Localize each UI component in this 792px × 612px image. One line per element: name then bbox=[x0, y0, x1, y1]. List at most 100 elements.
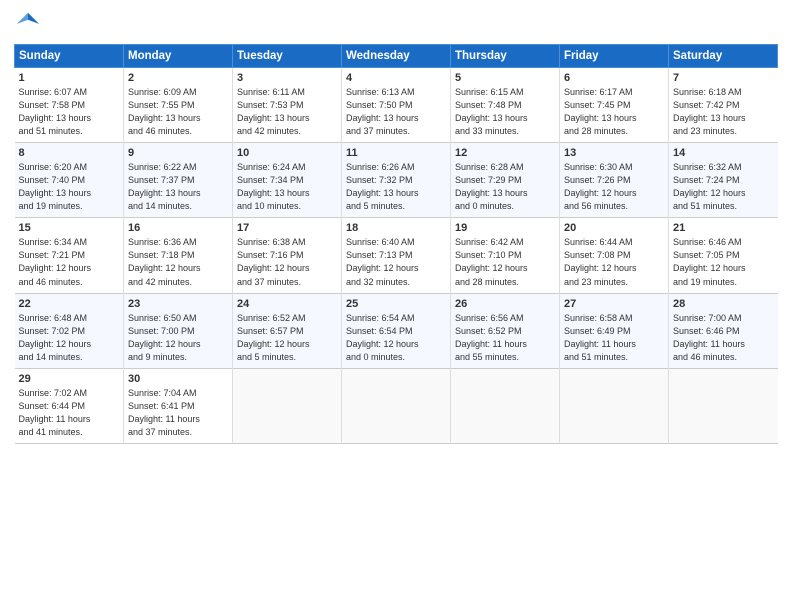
day-number: 17 bbox=[237, 222, 337, 234]
calendar-day-cell: 27 Sunrise: 6:58 AM Sunset: 6:49 PM Dayli… bbox=[560, 293, 669, 368]
calendar-day-cell: 29 Sunrise: 7:02 AM Sunset: 6:44 PM Dayli… bbox=[15, 368, 124, 443]
day-info: Sunrise: 6:58 AM Sunset: 6:49 PM Dayligh… bbox=[564, 312, 664, 364]
day-info: Sunrise: 6:18 AM Sunset: 7:42 PM Dayligh… bbox=[673, 86, 774, 138]
day-info: Sunrise: 6:38 AM Sunset: 7:16 PM Dayligh… bbox=[237, 236, 337, 288]
calendar-day-cell: 15 Sunrise: 6:34 AM Sunset: 7:21 PM Dayli… bbox=[15, 218, 124, 293]
day-number: 27 bbox=[564, 298, 664, 310]
day-info: Sunrise: 6:13 AM Sunset: 7:50 PM Dayligh… bbox=[346, 86, 446, 138]
day-number: 29 bbox=[19, 373, 120, 385]
calendar-day-cell: 18 Sunrise: 6:40 AM Sunset: 7:13 PM Dayli… bbox=[342, 218, 451, 293]
day-info: Sunrise: 6:24 AM Sunset: 7:34 PM Dayligh… bbox=[237, 161, 337, 213]
day-number: 23 bbox=[128, 298, 228, 310]
day-number: 4 bbox=[346, 72, 446, 84]
weekday-header: Wednesday bbox=[342, 45, 451, 68]
calendar-day-cell bbox=[233, 368, 342, 443]
day-info: Sunrise: 6:20 AM Sunset: 7:40 PM Dayligh… bbox=[19, 161, 120, 213]
day-info: Sunrise: 6:07 AM Sunset: 7:58 PM Dayligh… bbox=[19, 86, 120, 138]
calendar-day-cell: 19 Sunrise: 6:42 AM Sunset: 7:10 PM Dayli… bbox=[451, 218, 560, 293]
calendar-week-row: 1 Sunrise: 6:07 AM Sunset: 7:58 PM Daylig… bbox=[15, 68, 778, 143]
day-info: Sunrise: 6:22 AM Sunset: 7:37 PM Dayligh… bbox=[128, 161, 228, 213]
day-info: Sunrise: 7:02 AM Sunset: 6:44 PM Dayligh… bbox=[19, 387, 120, 439]
calendar-day-cell: 16Sunrise: 6:36 AM Sunset: 7:18 PM Dayli… bbox=[124, 218, 233, 293]
calendar-week-row: 15 Sunrise: 6:34 AM Sunset: 7:21 PM Dayli… bbox=[15, 218, 778, 293]
calendar-day-cell: 20 Sunrise: 6:44 AM Sunset: 7:08 PM Dayli… bbox=[560, 218, 669, 293]
day-info: Sunrise: 6:40 AM Sunset: 7:13 PM Dayligh… bbox=[346, 236, 446, 288]
day-info: Sunrise: 6:17 AM Sunset: 7:45 PM Dayligh… bbox=[564, 86, 664, 138]
day-info: Sunrise: 6:54 AM Sunset: 6:54 PM Dayligh… bbox=[346, 312, 446, 364]
day-number: 20 bbox=[564, 222, 664, 234]
calendar-day-cell: 3 Sunrise: 6:11 AM Sunset: 7:53 PM Daylig… bbox=[233, 68, 342, 143]
day-number: 6 bbox=[564, 72, 664, 84]
weekday-header: Friday bbox=[560, 45, 669, 68]
calendar-day-cell: 11 Sunrise: 6:26 AM Sunset: 7:32 PM Dayli… bbox=[342, 143, 451, 218]
day-info: Sunrise: 6:56 AM Sunset: 6:52 PM Dayligh… bbox=[455, 312, 555, 364]
day-number: 11 bbox=[346, 147, 446, 159]
day-info: Sunrise: 6:34 AM Sunset: 7:21 PM Dayligh… bbox=[19, 236, 120, 288]
weekday-header-row: SundayMondayTuesdayWednesdayThursdayFrid… bbox=[15, 45, 778, 68]
day-number: 26 bbox=[455, 298, 555, 310]
calendar-week-row: 29 Sunrise: 7:02 AM Sunset: 6:44 PM Dayli… bbox=[15, 368, 778, 443]
calendar-day-cell: 4 Sunrise: 6:13 AM Sunset: 7:50 PM Daylig… bbox=[342, 68, 451, 143]
day-number: 8 bbox=[19, 147, 120, 159]
calendar-day-cell: 9Sunrise: 6:22 AM Sunset: 7:37 PM Daylig… bbox=[124, 143, 233, 218]
day-number: 24 bbox=[237, 298, 337, 310]
calendar-day-cell: 7 Sunrise: 6:18 AM Sunset: 7:42 PM Daylig… bbox=[669, 68, 778, 143]
calendar-day-cell: 6 Sunrise: 6:17 AM Sunset: 7:45 PM Daylig… bbox=[560, 68, 669, 143]
calendar-day-cell: 30 Sunrise: 7:04 AM Sunset: 6:41 PM Dayli… bbox=[124, 368, 233, 443]
weekday-header: Tuesday bbox=[233, 45, 342, 68]
day-info: Sunrise: 7:04 AM Sunset: 6:41 PM Dayligh… bbox=[128, 387, 228, 439]
weekday-header: Sunday bbox=[15, 45, 124, 68]
day-number: 15 bbox=[19, 222, 120, 234]
day-number: 1 bbox=[19, 72, 120, 84]
day-info: Sunrise: 6:44 AM Sunset: 7:08 PM Dayligh… bbox=[564, 236, 664, 288]
day-info: Sunrise: 6:30 AM Sunset: 7:26 PM Dayligh… bbox=[564, 161, 664, 213]
day-number: 14 bbox=[673, 147, 774, 159]
day-number: 19 bbox=[455, 222, 555, 234]
calendar-day-cell: 28 Sunrise: 7:00 AM Sunset: 6:46 PM Dayli… bbox=[669, 293, 778, 368]
calendar-day-cell: 17 Sunrise: 6:38 AM Sunset: 7:16 PM Dayli… bbox=[233, 218, 342, 293]
day-number: 21 bbox=[673, 222, 774, 234]
day-number: 28 bbox=[673, 298, 774, 310]
day-info: Sunrise: 6:15 AM Sunset: 7:48 PM Dayligh… bbox=[455, 86, 555, 138]
day-info: Sunrise: 6:11 AM Sunset: 7:53 PM Dayligh… bbox=[237, 86, 337, 138]
day-info: Sunrise: 6:26 AM Sunset: 7:32 PM Dayligh… bbox=[346, 161, 446, 213]
day-info: Sunrise: 7:00 AM Sunset: 6:46 PM Dayligh… bbox=[673, 312, 774, 364]
day-number: 10 bbox=[237, 147, 337, 159]
day-info: Sunrise: 6:52 AM Sunset: 6:57 PM Dayligh… bbox=[237, 312, 337, 364]
logo bbox=[14, 10, 46, 38]
day-number: 3 bbox=[237, 72, 337, 84]
calendar-header bbox=[14, 10, 778, 38]
day-number: 30 bbox=[128, 373, 228, 385]
weekday-header: Monday bbox=[124, 45, 233, 68]
calendar-week-row: 22 Sunrise: 6:48 AM Sunset: 7:02 PM Dayli… bbox=[15, 293, 778, 368]
day-info: Sunrise: 6:48 AM Sunset: 7:02 PM Dayligh… bbox=[19, 312, 120, 364]
day-info: Sunrise: 6:09 AM Sunset: 7:55 PM Dayligh… bbox=[128, 86, 228, 138]
calendar-day-cell: 10 Sunrise: 6:24 AM Sunset: 7:34 PM Dayli… bbox=[233, 143, 342, 218]
day-number: 18 bbox=[346, 222, 446, 234]
calendar-day-cell: 5 Sunrise: 6:15 AM Sunset: 7:48 PM Daylig… bbox=[451, 68, 560, 143]
calendar-container: SundayMondayTuesdayWednesdayThursdayFrid… bbox=[0, 0, 792, 454]
day-info: Sunrise: 6:50 AM Sunset: 7:00 PM Dayligh… bbox=[128, 312, 228, 364]
day-number: 25 bbox=[346, 298, 446, 310]
calendar-day-cell bbox=[342, 368, 451, 443]
day-number: 5 bbox=[455, 72, 555, 84]
day-number: 22 bbox=[19, 298, 120, 310]
calendar-day-cell: 8 Sunrise: 6:20 AM Sunset: 7:40 PM Daylig… bbox=[15, 143, 124, 218]
day-info: Sunrise: 6:42 AM Sunset: 7:10 PM Dayligh… bbox=[455, 236, 555, 288]
logo-icon bbox=[14, 10, 42, 38]
calendar-table: SundayMondayTuesdayWednesdayThursdayFrid… bbox=[14, 44, 778, 444]
calendar-day-cell: 2Sunrise: 6:09 AM Sunset: 7:55 PM Daylig… bbox=[124, 68, 233, 143]
calendar-day-cell: 24 Sunrise: 6:52 AM Sunset: 6:57 PM Dayli… bbox=[233, 293, 342, 368]
day-number: 12 bbox=[455, 147, 555, 159]
calendar-day-cell: 26 Sunrise: 6:56 AM Sunset: 6:52 PM Dayli… bbox=[451, 293, 560, 368]
day-number: 16 bbox=[128, 222, 228, 234]
weekday-header: Thursday bbox=[451, 45, 560, 68]
calendar-day-cell: 1 Sunrise: 6:07 AM Sunset: 7:58 PM Daylig… bbox=[15, 68, 124, 143]
calendar-week-row: 8 Sunrise: 6:20 AM Sunset: 7:40 PM Daylig… bbox=[15, 143, 778, 218]
calendar-day-cell bbox=[669, 368, 778, 443]
day-number: 7 bbox=[673, 72, 774, 84]
calendar-day-cell: 21Sunrise: 6:46 AM Sunset: 7:05 PM Dayli… bbox=[669, 218, 778, 293]
day-info: Sunrise: 6:28 AM Sunset: 7:29 PM Dayligh… bbox=[455, 161, 555, 213]
calendar-day-cell: 23 Sunrise: 6:50 AM Sunset: 7:00 PM Dayli… bbox=[124, 293, 233, 368]
calendar-day-cell: 14Sunrise: 6:32 AM Sunset: 7:24 PM Dayli… bbox=[669, 143, 778, 218]
